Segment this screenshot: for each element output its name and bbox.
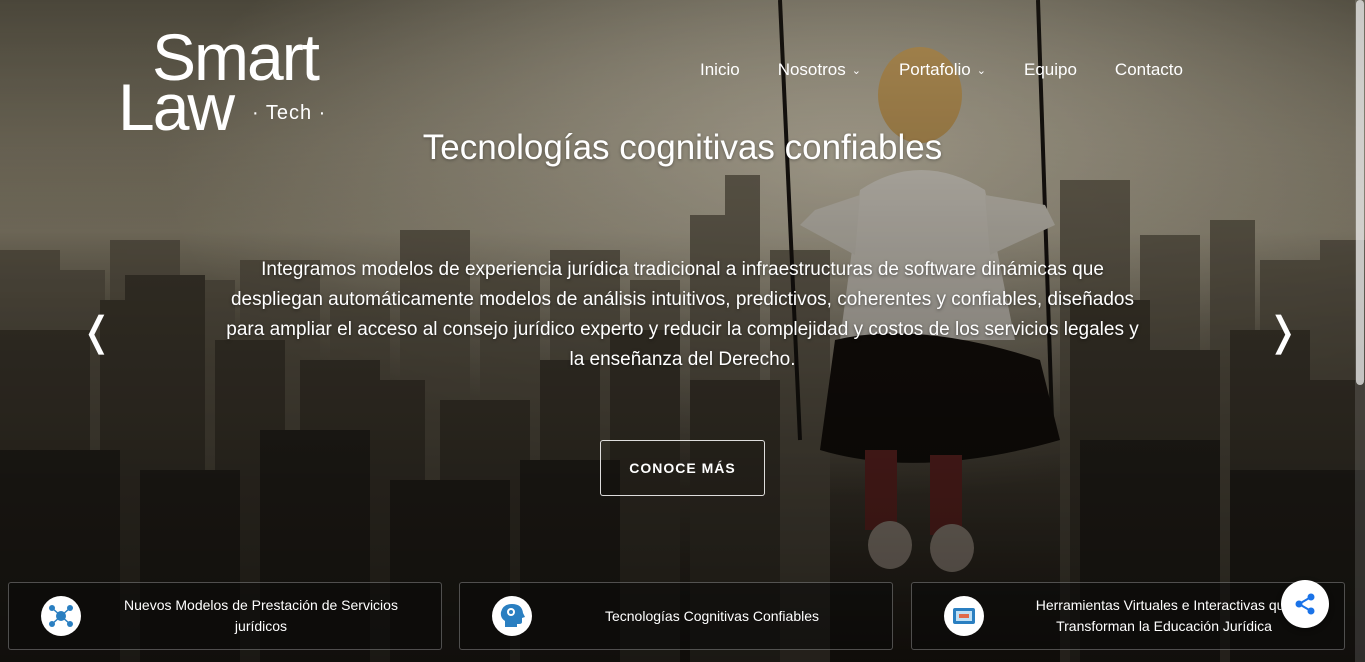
nav-item-portafolio[interactable]: Portafolio ⌄ [899, 60, 986, 80]
share-button[interactable] [1281, 580, 1329, 628]
feature-card-tecnologias[interactable]: Tecnologías Cognitivas Confiables [459, 582, 893, 650]
nav-item-label: Nosotros [777, 60, 846, 79]
hero-banner: Smart Law · Tech · Inicio Nosotros ⌄ Por… [0, 0, 1365, 662]
network-nodes-icon [41, 596, 81, 636]
smartlaw-logo[interactable]: Smart Law · Tech · [118, 24, 348, 140]
carousel-prev-arrow-icon[interactable]: ❬ [80, 312, 114, 352]
nav-item-inicio[interactable]: Inicio [700, 60, 740, 80]
feature-card-label: Tecnologías Cognitivas Confiables [604, 607, 819, 624]
main-nav: Inicio Nosotros ⌄ Portafolio ⌄ Equipo Co… [700, 60, 1221, 80]
feature-card-label: Nuevos Modelos de Prestación de Servicio… [124, 597, 398, 634]
feature-card-herramientas[interactable]: Herramientas Virtuales e Interactivas qu… [911, 582, 1345, 650]
nav-item-contacto[interactable]: Contacto [1115, 60, 1183, 80]
logo-tech-text: · Tech · [252, 102, 327, 124]
chevron-down-icon: ⌄ [851, 64, 861, 77]
nav-item-nosotros[interactable]: Nosotros ⌄ [778, 60, 861, 80]
feature-cards: Nuevos Modelos de Prestación de Servicio… [8, 582, 1348, 650]
scrollbar-thumb[interactable] [1356, 0, 1364, 385]
nav-item-label: Equipo [1023, 60, 1077, 79]
share-icon [1295, 593, 1315, 615]
conoce-mas-button[interactable]: CONOCE MÁS [600, 440, 765, 496]
nav-item-equipo[interactable]: Equipo [1024, 60, 1077, 80]
nav-item-label: Inicio [700, 60, 740, 79]
hero-title: Tecnologías cognitivas confiables [422, 128, 943, 167]
page-scrollbar[interactable] [1355, 0, 1365, 662]
feature-card-servicios[interactable]: Nuevos Modelos de Prestación de Servicio… [8, 582, 442, 650]
carousel-next-arrow-icon[interactable]: ❭ [1266, 312, 1300, 352]
brain-head-icon [492, 596, 532, 636]
chevron-down-icon: ⌄ [976, 64, 986, 77]
hero-description: Integramos modelos de experiencia jurídi… [226, 259, 1139, 370]
nav-item-label: Contacto [1114, 60, 1183, 79]
nav-item-label: Portafolio [898, 60, 971, 79]
tablet-screen-icon [944, 596, 984, 636]
